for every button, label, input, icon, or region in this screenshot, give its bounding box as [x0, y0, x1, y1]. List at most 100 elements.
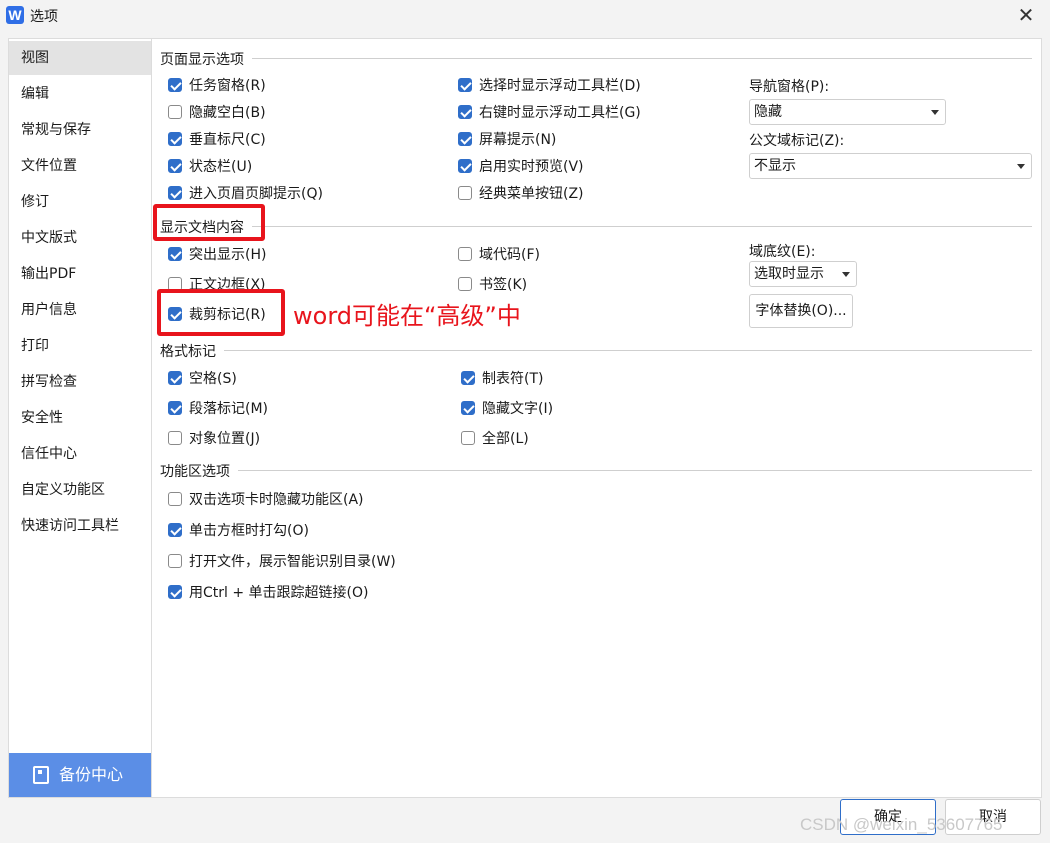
- checkbox-live-preview[interactable]: 启用实时预览(V): [458, 156, 584, 176]
- checkbox-task-pane[interactable]: 任务窗格(R): [168, 75, 266, 95]
- checkbox-label: 单击方框时打勾(O): [189, 523, 309, 539]
- checkbox-label: 任务窗格(R): [189, 78, 266, 94]
- sidebar-item-print[interactable]: 打印: [9, 329, 151, 363]
- checkbox-box: [458, 105, 472, 119]
- checkbox-screen-tips[interactable]: 屏幕提示(N): [458, 129, 556, 149]
- checkbox-classic-menu[interactable]: 经典菜单按钮(Z): [458, 183, 584, 203]
- checkbox-label: 隐藏文字(I): [482, 401, 554, 417]
- section-divider: [252, 58, 1032, 59]
- sidebar-item-trust-center[interactable]: 信任中心: [9, 437, 151, 471]
- checkbox-box: [458, 277, 472, 291]
- checkbox-float-toolbar-rightclick[interactable]: 右键时显示浮动工具栏(G): [458, 102, 641, 122]
- checkbox-highlight[interactable]: 突出显示(H): [168, 244, 266, 264]
- checkbox-box: [168, 492, 182, 506]
- checkbox-label: 书签(K): [479, 277, 528, 293]
- field-mark-value: 不显示: [754, 158, 796, 174]
- close-icon[interactable]: ✕: [1014, 4, 1038, 28]
- section-divider: [252, 226, 1032, 227]
- checkbox-all-marks[interactable]: 全部(L): [461, 428, 529, 448]
- section-title-page-display: 页面显示选项: [160, 49, 248, 69]
- checkbox-label: 域代码(F): [479, 247, 540, 263]
- checkbox-bookmarks[interactable]: 书签(K): [458, 274, 527, 294]
- sidebar-item-chinese-layout[interactable]: 中文版式: [9, 221, 151, 255]
- checkbox-box: [168, 159, 182, 173]
- checkbox-label: 状态栏(U): [189, 159, 253, 175]
- checkbox-box: [461, 371, 475, 385]
- nav-pane-label: 导航窗格(P):: [749, 79, 830, 95]
- sidebar-item-quick-access[interactable]: 快速访问工具栏: [9, 509, 151, 543]
- checkbox-hide-blank[interactable]: 隐藏空白(B): [168, 102, 266, 122]
- sidebar-item-general-save[interactable]: 常规与保存: [9, 113, 151, 147]
- sidebar-item-revision[interactable]: 修订: [9, 185, 151, 219]
- checkbox-label: 段落标记(M): [189, 401, 269, 417]
- checkbox-box: [168, 523, 182, 537]
- checkbox-float-toolbar-select[interactable]: 选择时显示浮动工具栏(D): [458, 75, 641, 95]
- section-title-ribbon: 功能区选项: [160, 461, 234, 481]
- checkbox-ctrl-click-link[interactable]: 用Ctrl + 单击跟踪超链接(O): [168, 582, 368, 602]
- chevron-down-icon: [1017, 164, 1025, 169]
- annotation-highlight-box: [157, 289, 285, 336]
- sidebar-item-edit[interactable]: 编辑: [9, 77, 151, 111]
- field-shading-label: 域底纹(E):: [749, 244, 816, 260]
- window-title: 选项: [30, 9, 58, 25]
- checkbox-label: 隐藏空白(B): [189, 105, 266, 121]
- checkbox-box: [458, 132, 472, 146]
- checkbox-tab-chars[interactable]: 制表符(T): [461, 368, 543, 388]
- checkbox-box: [458, 78, 472, 92]
- checkbox-object-anchors[interactable]: 对象位置(J): [168, 428, 260, 448]
- checkbox-paragraph-marks[interactable]: 段落标记(M): [168, 398, 268, 418]
- wps-logo-icon: W: [6, 6, 24, 24]
- checkbox-box: [168, 132, 182, 146]
- sidebar-item-view[interactable]: 视图: [9, 41, 151, 75]
- checkbox-box: [458, 186, 472, 200]
- sidebar-item-user-info[interactable]: 用户信息: [9, 293, 151, 327]
- checkbox-label: 双击选项卡时隐藏功能区(A): [189, 492, 364, 508]
- sidebar-item-spellcheck[interactable]: 拼写检查: [9, 365, 151, 399]
- checkbox-label: 进入页眉页脚提示(Q): [189, 186, 323, 202]
- checkbox-header-footer-tip[interactable]: 进入页眉页脚提示(Q): [168, 183, 323, 203]
- checkbox-status-bar[interactable]: 状态栏(U): [168, 156, 252, 176]
- checkbox-vertical-ruler[interactable]: 垂直标尺(C): [168, 129, 266, 149]
- checkbox-smart-toc[interactable]: 打开文件，展示智能识别目录(W): [168, 551, 396, 571]
- checkbox-dblclick-hide-ribbon[interactable]: 双击选项卡时隐藏功能区(A): [168, 489, 364, 509]
- nav-pane-value: 隐藏: [754, 104, 782, 120]
- annotation-highlight-box: [153, 204, 265, 241]
- backup-icon: [33, 766, 49, 784]
- sidebar-item-custom-ribbon[interactable]: 自定义功能区: [9, 473, 151, 507]
- annotation-note: word可能在“高级”中: [293, 302, 521, 330]
- checkbox-box: [168, 186, 182, 200]
- checkbox-box: [168, 431, 182, 445]
- checkbox-box: [461, 431, 475, 445]
- options-panel: 页面显示选项 任务窗格(R) 隐藏空白(B) 垂直标尺(C) 状态栏(U) 进入…: [152, 38, 1042, 798]
- checkbox-field-codes[interactable]: 域代码(F): [458, 244, 540, 264]
- field-mark-select[interactable]: 不显示: [749, 153, 1032, 179]
- field-shading-select[interactable]: 选取时显示: [749, 261, 857, 287]
- field-mark-label: 公文域标记(Z):: [749, 133, 845, 149]
- checkbox-box: [458, 247, 472, 261]
- checkbox-box: [168, 554, 182, 568]
- sidebar-item-file-location[interactable]: 文件位置: [9, 149, 151, 183]
- section-divider: [238, 470, 1032, 471]
- checkbox-box: [168, 247, 182, 261]
- checkbox-box: [461, 401, 475, 415]
- nav-pane-select[interactable]: 隐藏: [749, 99, 946, 125]
- checkbox-hidden-text[interactable]: 隐藏文字(I): [461, 398, 553, 418]
- sidebar-item-export-pdf[interactable]: 输出PDF: [9, 257, 151, 291]
- checkbox-label: 全部(L): [482, 431, 529, 447]
- checkbox-spaces[interactable]: 空格(S): [168, 368, 237, 388]
- chevron-down-icon: [931, 110, 939, 115]
- checkbox-box: [168, 585, 182, 599]
- font-substitution-button[interactable]: 字体替换(O)...: [749, 294, 853, 328]
- checkbox-label: 右键时显示浮动工具栏(G): [479, 105, 641, 121]
- chevron-down-icon: [842, 272, 850, 277]
- sidebar-item-security[interactable]: 安全性: [9, 401, 151, 435]
- checkbox-label: 屏幕提示(N): [479, 132, 557, 148]
- section-divider: [224, 350, 1032, 351]
- sidebar: 视图 编辑 常规与保存 文件位置 修订 中文版式 输出PDF 用户信息 打印 拼…: [8, 38, 152, 798]
- section-title-format-marks: 格式标记: [160, 341, 220, 361]
- checkbox-label: 选择时显示浮动工具栏(D): [479, 78, 641, 94]
- checkbox-label: 突出显示(H): [189, 247, 267, 263]
- backup-center-button[interactable]: 备份中心: [9, 753, 151, 797]
- checkbox-label: 空格(S): [189, 371, 237, 387]
- checkbox-click-box-check[interactable]: 单击方框时打勾(O): [168, 520, 309, 540]
